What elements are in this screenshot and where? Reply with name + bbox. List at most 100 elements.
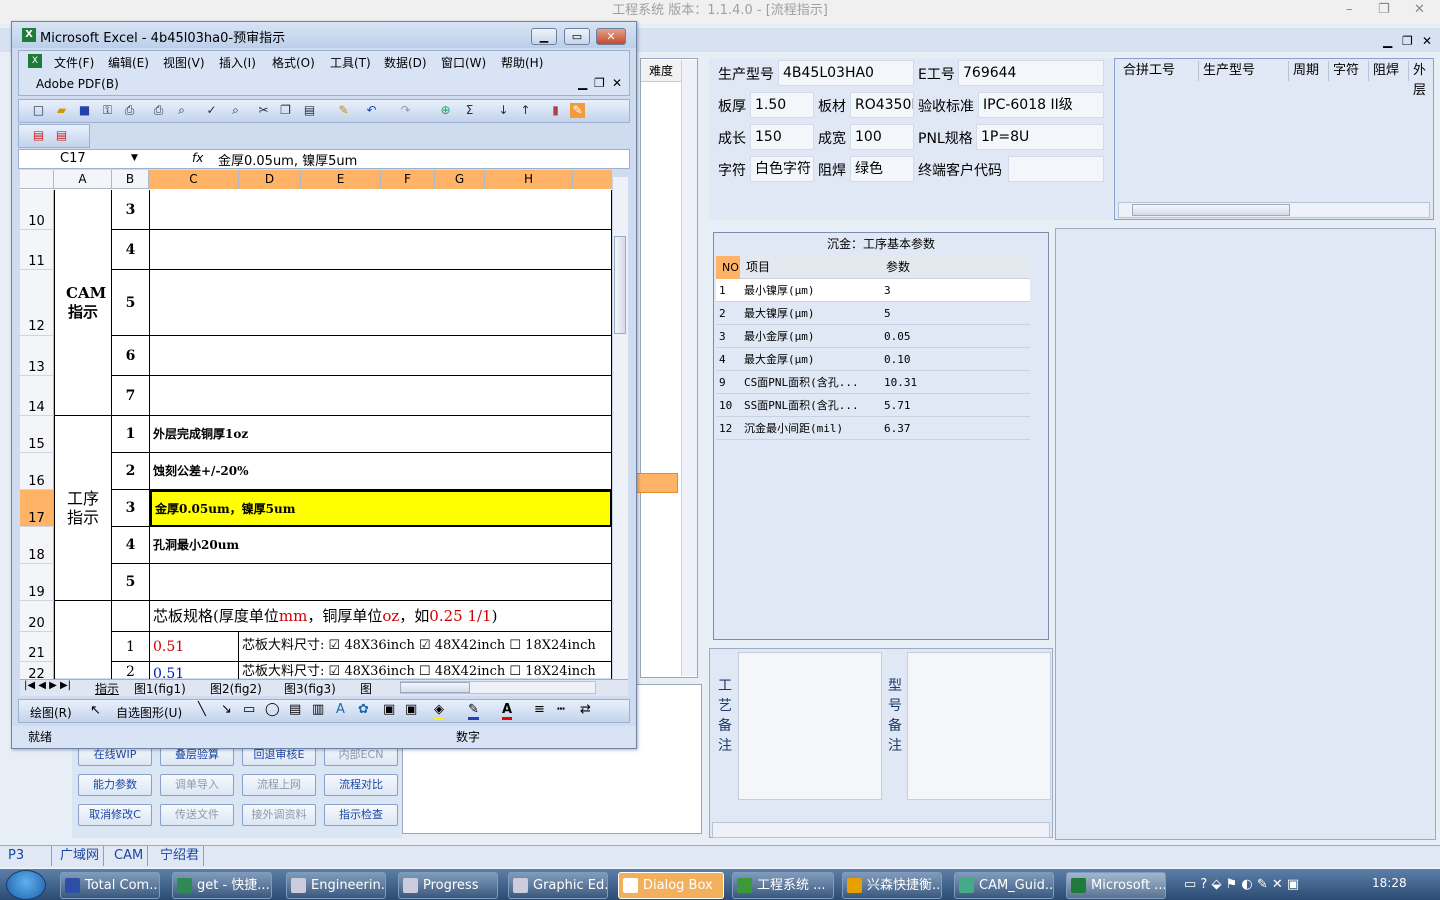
system-tray-icons[interactable]: ▭ ? ⬙ ⚑ ◐ ✎ ✕ ▣: [1184, 877, 1299, 892]
menu-help[interactable]: 帮助(H): [501, 54, 543, 71]
status-tab-network[interactable]: 广域网: [56, 846, 105, 866]
redo-icon[interactable]: ↷: [398, 103, 413, 118]
row-header[interactable]: 12: [20, 270, 54, 336]
col-header[interactable]: 合拼工号: [1119, 61, 1199, 81]
select-all-corner[interactable]: [20, 170, 54, 189]
excel-maximize-icon[interactable]: ▭: [564, 28, 590, 45]
format-painter-icon[interactable]: ✎: [336, 103, 351, 118]
table-row[interactable]: 4 最大金厚(μm) 0.10: [716, 348, 1030, 371]
hyperlink-icon[interactable]: ⊕: [438, 103, 453, 118]
vertical-textbox-icon[interactable]: ▥: [312, 702, 324, 717]
menu-window[interactable]: 窗口(W): [441, 54, 486, 71]
formula-input[interactable]: 金厚0.05um, 镍厚5um: [218, 150, 357, 169]
oval-icon[interactable]: ◯: [265, 702, 280, 717]
table-row[interactable]: 3 最小金厚(μm) 0.05: [716, 325, 1030, 348]
column-header-a[interactable]: A: [54, 170, 112, 189]
name-box[interactable]: C17: [20, 151, 140, 167]
table-row[interactable]: 10 SS面PNL面积(含孔... 5.71: [716, 394, 1030, 417]
row-header[interactable]: 16: [20, 453, 54, 490]
row-header[interactable]: 22: [20, 662, 54, 682]
chart-wizard-icon[interactable]: ▮: [548, 103, 563, 118]
b-cell[interactable]: 1: [112, 416, 150, 453]
save-icon[interactable]: ■: [77, 103, 92, 118]
taskbar-item[interactable]: 工程系统 ...: [732, 872, 834, 899]
dash-style-icon[interactable]: ┅: [557, 702, 565, 717]
core-thickness-cell[interactable]: 0.51: [150, 632, 239, 662]
drawing-toggle-icon[interactable]: ✎: [570, 103, 585, 118]
taskbar-item[interactable]: 兴森快捷衡...: [842, 872, 942, 899]
row-header[interactable]: 13: [20, 336, 54, 376]
column-header-d[interactable]: D: [239, 170, 301, 189]
status-tab-cam[interactable]: CAM: [110, 846, 149, 866]
c-cell[interactable]: 蚀刻公差+/-20%: [150, 453, 612, 490]
panel-size-cell[interactable]: 芯板大料尺寸: ☑ 48X36inch ☑ 48X42inch ☐ 18X24i…: [239, 632, 612, 662]
b-cell[interactable]: [112, 601, 150, 632]
b-cell[interactable]: 3: [112, 190, 150, 230]
taskbar-item[interactable]: Total Com...: [60, 872, 160, 899]
scroll-thumb[interactable]: [1132, 204, 1290, 216]
soldermask-field[interactable]: 绿色: [850, 156, 914, 182]
c-cell[interactable]: [150, 336, 612, 376]
name-box-dropdown-icon[interactable]: ▼: [131, 153, 138, 163]
table-row[interactable]: 12 沉金最小间距(mil) 6.37: [716, 417, 1030, 440]
copy-icon[interactable]: ❐: [278, 103, 293, 118]
b-cell[interactable]: 5: [112, 564, 150, 601]
b-cell[interactable]: 2: [112, 662, 150, 680]
b-cell[interactable]: 6: [112, 336, 150, 376]
sort-asc-icon[interactable]: ↓: [496, 103, 511, 118]
capability-params-button[interactable]: 能力参数: [78, 774, 152, 796]
minimize-icon[interactable]: –: [1346, 2, 1353, 17]
font-color-icon[interactable]: A: [502, 702, 513, 720]
excel-close-icon[interactable]: ✕: [596, 28, 626, 45]
b-cell[interactable]: 5: [112, 270, 150, 336]
panel-size-cell[interactable]: 芯板大料尺寸: ☑ 48X36inch ☐ 48X42inch ☐ 18X24i…: [239, 662, 612, 680]
b-cell[interactable]: 1: [112, 632, 150, 662]
material-field[interactable]: RO4350E: [850, 92, 914, 118]
clipart-icon[interactable]: ▣: [383, 702, 395, 717]
excel-minimize-icon[interactable]: ▁: [531, 28, 557, 45]
arrow-style-icon[interactable]: ⇄: [580, 702, 591, 717]
row-header[interactable]: 21: [20, 632, 54, 662]
tab-fig2[interactable]: 图2(fig2): [210, 680, 262, 697]
c-cell[interactable]: [150, 270, 612, 336]
row-header[interactable]: 11: [20, 230, 54, 270]
silkscreen-field[interactable]: 白色字符: [750, 156, 814, 182]
menu-data[interactable]: 数据(D): [384, 54, 427, 71]
b-cell[interactable]: 2: [112, 453, 150, 490]
doc-restore-icon[interactable]: ❐: [594, 76, 605, 90]
b-cell[interactable]: 4: [112, 230, 150, 270]
tab-fig3[interactable]: 图3(fig3): [284, 680, 336, 697]
b-cell[interactable]: 7: [112, 376, 150, 416]
spelling-icon[interactable]: ✓: [204, 103, 219, 118]
mdi-restore-icon[interactable]: ❐: [1402, 34, 1413, 48]
difficulty-scrollbar[interactable]: [681, 60, 697, 676]
print-icon[interactable]: ⎙: [122, 103, 137, 118]
column-header-g[interactable]: G: [435, 170, 485, 189]
doc-close-icon[interactable]: ✕: [612, 76, 622, 90]
tab-instruction[interactable]: 指示: [95, 680, 119, 697]
arrow-icon[interactable]: ↘: [221, 702, 232, 717]
row-header[interactable]: 15: [20, 416, 54, 453]
customer-code-field[interactable]: [1008, 156, 1104, 182]
menu-adobe-pdf[interactable]: Adobe PDF(B): [36, 77, 119, 91]
table-row[interactable]: 1 最小镍厚(μm) 3: [716, 279, 1030, 302]
menu-file[interactable]: 文件(F): [54, 54, 94, 71]
col-header[interactable]: 周期: [1289, 61, 1329, 81]
selected-difficulty-cell[interactable]: [636, 473, 678, 493]
eno-field[interactable]: 769644: [958, 60, 1104, 86]
line-icon[interactable]: ╲: [198, 702, 206, 717]
print-preview-icon[interactable]: ⎙: [151, 103, 166, 118]
c-cell[interactable]: [150, 190, 612, 230]
flow-online-button[interactable]: 流程上网: [242, 774, 316, 796]
col-header[interactable]: 阻焊: [1369, 61, 1409, 81]
wordart-icon[interactable]: A: [336, 702, 345, 717]
picture-icon[interactable]: ▣: [405, 702, 417, 717]
doc-minimize-icon[interactable]: ▁: [578, 76, 587, 90]
external-data-button[interactable]: 接外调资料: [242, 804, 316, 826]
tab-more[interactable]: 图: [360, 680, 372, 697]
pnl-field[interactable]: 1P=8U: [976, 124, 1104, 150]
doc-icon[interactable]: X: [28, 54, 42, 68]
model-notes-textarea[interactable]: [907, 652, 1051, 800]
column-header-f[interactable]: F: [381, 170, 435, 189]
undo-icon[interactable]: ↶: [364, 103, 379, 118]
